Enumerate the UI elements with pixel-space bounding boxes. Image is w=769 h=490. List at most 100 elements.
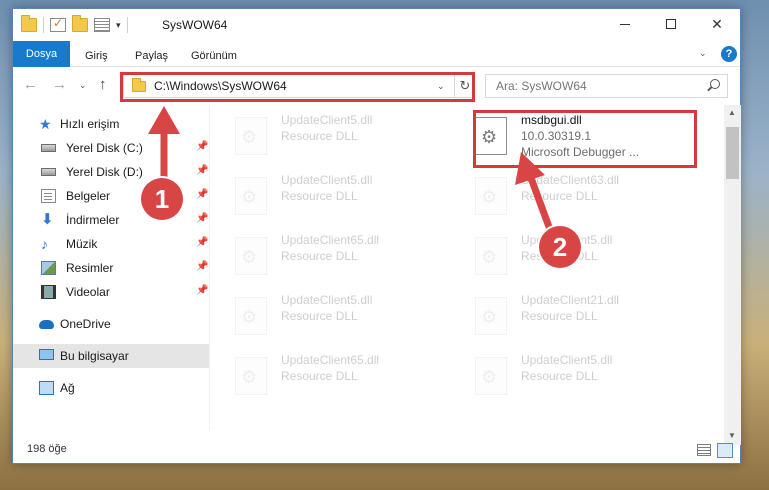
properties-icon[interactable] <box>94 18 110 32</box>
minimize-button[interactable] <box>602 9 648 39</box>
sidebar-item-label: Hızlı erişim <box>60 117 120 131</box>
step-2-badge: 2 <box>539 226 581 268</box>
search-placeholder: Ara: SysWOW64 <box>496 79 587 93</box>
scrollbar-thumb[interactable] <box>726 127 739 179</box>
pin-icon[interactable]: 📌 <box>196 213 208 224</box>
sidebar-item-downloads[interactable]: ⬇ İndirmeler 📌 <box>13 208 209 232</box>
sidebar-item-music[interactable]: ♪ Müzik 📌 <box>13 232 209 256</box>
pin-icon[interactable]: 📌 <box>196 141 208 152</box>
new-folder-icon[interactable] <box>72 15 88 32</box>
list-item[interactable]: UpdateClient63.dll Resource DLL <box>475 171 705 227</box>
file-name: UpdateClient65.dll <box>281 353 380 367</box>
vertical-scrollbar[interactable]: ▲ ▼ <box>724 105 741 445</box>
window-title: SysWOW64 <box>162 18 228 32</box>
videos-icon <box>41 285 56 299</box>
close-button[interactable]: ✕ <box>694 9 740 39</box>
sidebar-item-label: Müzik <box>66 237 98 251</box>
toolbar-separator <box>126 17 128 33</box>
file-name: UpdateClient65.dll <box>281 233 380 247</box>
pin-icon[interactable]: 📌 <box>196 189 208 200</box>
list-item[interactable]: UpdateClient5.dll Resource DLL <box>235 111 465 167</box>
computer-icon <box>39 349 54 360</box>
up-arrow-icon[interactable]: ↑ <box>99 76 107 93</box>
forward-arrow-icon[interactable]: → <box>52 76 67 93</box>
sidebar-item-label: Belgeler <box>66 189 111 203</box>
sidebar-item-label: Videolar <box>66 285 110 299</box>
dll-file-icon <box>235 117 267 155</box>
dll-file-icon <box>235 237 267 275</box>
sidebar-item-local-disk-d[interactable]: Yerel Disk (D:) 📌 <box>13 160 209 184</box>
sidebar-item-label: Bu bilgisayar <box>60 349 129 363</box>
list-item[interactable]: UpdateClient5.dll Resource DLL <box>475 351 705 407</box>
expand-ribbon-chevron-icon[interactable]: ⌄ <box>699 48 707 59</box>
tiles-view-icon[interactable] <box>717 443 733 458</box>
dll-file-icon <box>235 297 267 335</box>
dll-file-icon <box>475 297 507 335</box>
sidebar-item-pictures[interactable]: Resimler 📌 <box>13 256 209 280</box>
sidebar-item-this-pc[interactable]: Bu bilgisayar <box>13 344 209 368</box>
file-type: Resource DLL <box>281 369 358 383</box>
list-item[interactable]: UpdateClient65.dll Resource DLL <box>235 231 465 287</box>
disk-icon <box>41 168 56 176</box>
file-type: Resource DLL <box>521 369 598 383</box>
toolbar-separator <box>43 17 44 33</box>
properties-check-icon[interactable] <box>50 16 66 32</box>
sidebar-item-label: Yerel Disk (C:) <box>66 141 143 155</box>
star-icon: ★ <box>39 116 52 132</box>
file-name: UpdateClient63.dll <box>521 173 620 187</box>
file-type: Resource DLL <box>521 309 598 323</box>
status-bar: 198 öğe <box>13 439 740 463</box>
navigation-pane: ★ Hızlı erişim Yerel Disk (C:) 📌 Yerel D… <box>13 108 209 430</box>
search-icon[interactable] <box>710 79 720 89</box>
maximize-icon <box>666 19 676 29</box>
pin-icon[interactable]: 📌 <box>196 165 208 176</box>
file-name: UpdateClient5.dll <box>281 293 373 307</box>
pin-icon[interactable]: 📌 <box>196 237 208 248</box>
file-name: UpdateClient5.dll <box>281 173 373 187</box>
list-item[interactable]: UpdateClient5.dll Resource DLL <box>235 291 465 347</box>
scroll-up-icon[interactable]: ▲ <box>728 108 736 117</box>
step-1-badge: 1 <box>141 178 183 220</box>
sidebar-item-label: Ağ <box>60 381 75 395</box>
list-item[interactable]: UpdateClient21.dll Resource DLL <box>475 291 705 347</box>
list-item[interactable]: UpdateClient65.dll Resource DLL <box>235 351 465 407</box>
file-name: UpdateClient5.dll <box>281 113 373 127</box>
back-arrow-icon[interactable]: ← <box>23 76 38 93</box>
sidebar-item-network[interactable]: Ağ <box>13 376 209 400</box>
tab-share[interactable]: Paylaş <box>125 45 178 67</box>
file-type: Resource DLL <box>281 249 358 263</box>
recent-locations-chevron-icon[interactable]: ⌄ <box>79 80 87 91</box>
pin-icon[interactable]: 📌 <box>196 285 208 296</box>
sidebar-item-label: OneDrive <box>60 317 111 331</box>
sidebar-item-onedrive[interactable]: OneDrive <box>13 312 209 336</box>
sidebar-item-quick-access[interactable]: ★ Hızlı erişim <box>13 112 209 136</box>
dll-file-icon <box>235 177 267 215</box>
disk-icon <box>41 144 56 152</box>
music-icon: ♪ <box>41 236 48 252</box>
maximize-button[interactable] <box>648 9 694 39</box>
pictures-icon <box>41 261 56 275</box>
address-bar-highlight <box>120 72 475 102</box>
tab-file[interactable]: Dosya <box>13 41 70 67</box>
sidebar-item-local-disk-c[interactable]: Yerel Disk (C:) 📌 <box>13 136 209 160</box>
details-view-icon[interactable] <box>697 444 711 456</box>
customize-toolbar-chevron-icon[interactable]: ▾ <box>116 20 121 31</box>
list-item[interactable]: UpdateClient5.dll Resource DLL <box>475 231 705 287</box>
pane-divider[interactable] <box>209 105 210 430</box>
file-type: Resource DLL <box>281 309 358 323</box>
sidebar-item-label: Yerel Disk (D:) <box>66 165 143 179</box>
title-bar: ▾ SysWOW64 ✕ <box>13 9 740 41</box>
close-icon: ✕ <box>711 15 723 32</box>
help-icon[interactable]: ? <box>721 46 737 62</box>
tab-home[interactable]: Giriş <box>75 45 118 67</box>
pin-icon[interactable]: 📌 <box>196 261 208 272</box>
sidebar-item-videos[interactable]: Videolar 📌 <box>13 280 209 304</box>
tab-view[interactable]: Görünüm <box>181 45 247 67</box>
file-name: UpdateClient5.dll <box>521 353 613 367</box>
network-icon <box>39 381 54 395</box>
dll-file-icon <box>475 357 507 395</box>
list-item[interactable]: UpdateClient5.dll Resource DLL <box>235 171 465 227</box>
dll-file-icon <box>235 357 267 395</box>
folder-icon <box>21 15 37 32</box>
search-input[interactable]: Ara: SysWOW64 <box>485 74 728 98</box>
